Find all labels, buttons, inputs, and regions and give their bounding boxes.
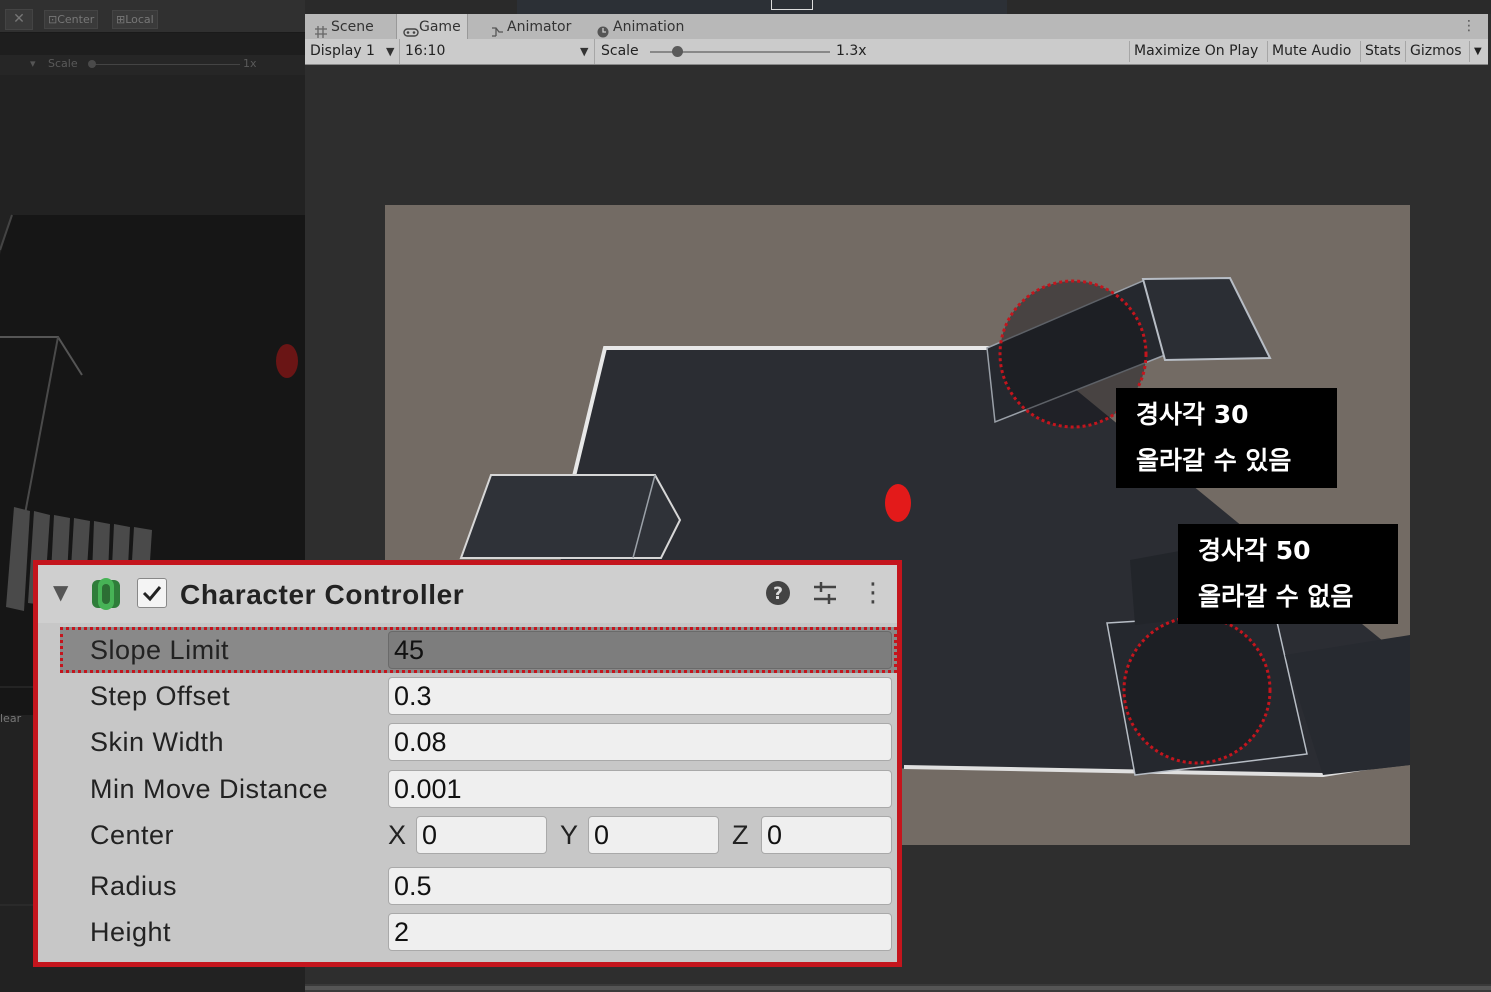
scene-scale-row: ▾ Scale 1x [0, 55, 305, 75]
scene-scale-slider[interactable] [90, 64, 240, 65]
callout-slope-50-line2: 올라갈 수 없음 [1198, 582, 1354, 611]
tab-menu-kebab-icon[interactable]: ⋮ [1462, 16, 1476, 36]
component-title: Character Controller [180, 579, 465, 610]
radius-field[interactable]: 0.5 [388, 867, 892, 905]
game-scale-value: 1.3x [836, 43, 867, 59]
pivot-center-button[interactable]: ⊡Center [44, 10, 99, 29]
view-tab-bar: Scene Game Animator Animation ⋮ [305, 14, 1488, 40]
step-offset-label: Step Offset [90, 681, 231, 711]
local-label: Local [125, 13, 154, 26]
maximize-on-play-button[interactable]: Maximize On Play [1129, 41, 1262, 62]
center-y-field[interactable]: 0 [588, 816, 719, 854]
gizmos-dropdown-icon[interactable]: ▼ [1469, 41, 1486, 62]
center-label: Center [57, 13, 95, 26]
callout-slope-30-line1: 경사각 30 [1136, 400, 1249, 429]
callout-slope-30: 경사각 30 올라갈 수 있음 [1116, 388, 1337, 488]
step-offset-field[interactable]: 0.3 [388, 677, 892, 715]
callout-slope-50: 경사각 50 올라갈 수 없음 [1178, 524, 1398, 624]
animator-icon [491, 21, 503, 37]
center-y-axis-label: Y [560, 820, 579, 850]
center-icon: ⊡ [48, 13, 58, 26]
game-toolbar: Display 1 ▼ 16:10 ▼ Scale 1.3x Maximize … [305, 39, 1488, 65]
min-move-distance-field[interactable]: 0.001 [388, 770, 892, 808]
play-button-frame[interactable] [771, 0, 813, 10]
gizmos-button[interactable]: Gizmos [1405, 41, 1466, 62]
tab-animation-label: Animation [613, 19, 685, 35]
checkmark-icon [142, 586, 162, 602]
center-x-field[interactable]: 0 [416, 816, 547, 854]
scene-scale-handle[interactable] [88, 60, 96, 68]
tab-scene[interactable]: Scene [309, 14, 380, 39]
bottom-scrollbar[interactable] [305, 984, 1491, 992]
mute-audio-button[interactable]: Mute Audio [1267, 41, 1355, 62]
component-menu-kebab-icon[interactable]: ⋮ [860, 575, 886, 611]
tab-animation[interactable]: Animation [591, 14, 690, 39]
stats-button[interactable]: Stats [1360, 41, 1405, 62]
display-value: Display 1 [310, 43, 375, 59]
help-icon[interactable]: ? [765, 580, 791, 610]
character-controller-icon [90, 576, 122, 616]
gamepad-icon [403, 21, 419, 37]
center-x-axis-label: X [388, 820, 407, 850]
slope-limit-label: Slope Limit [90, 635, 230, 665]
animation-clock-icon [597, 21, 609, 38]
height-field[interactable]: 2 [388, 913, 892, 951]
radius-label: Radius [90, 871, 178, 901]
skin-width-field[interactable]: 0.08 [388, 723, 892, 761]
character-controller-inspector: ▼ Character Controller ? ⋮ Slope Limit 4… [33, 560, 902, 967]
tab-game[interactable]: Game [396, 14, 468, 39]
aspect-dropdown[interactable]: 16:10 ▼ [399, 39, 595, 64]
chevron-down-icon: ▼ [580, 45, 589, 58]
game-scale-label: Scale [594, 39, 639, 64]
aspect-value: 16:10 [405, 43, 446, 59]
tab-animator[interactable]: Animator [485, 14, 577, 39]
tab-game-label: Game [419, 19, 461, 35]
scene-partial-label: lear [0, 712, 22, 725]
foldout-triangle-icon[interactable]: ▼ [53, 580, 68, 604]
display-dropdown[interactable]: Display 1 ▼ [310, 39, 396, 64]
space-local-button[interactable]: ⊞Local [112, 10, 158, 29]
grid-icon [315, 21, 327, 38]
center-z-field[interactable]: 0 [761, 816, 892, 854]
game-scale-handle[interactable] [672, 46, 683, 57]
component-enabled-checkbox[interactable] [137, 578, 167, 608]
player-capsule [885, 484, 911, 522]
skin-width-label: Skin Width [90, 727, 225, 757]
component-header: ▼ Character Controller ? ⋮ [38, 565, 897, 623]
height-label: Height [90, 917, 172, 947]
callout-slope-50-line1: 경사각 50 [1198, 536, 1311, 565]
scene-scale-value: 1x [243, 57, 257, 70]
tab-scene-label: Scene [331, 19, 374, 35]
svg-text:?: ? [773, 584, 783, 604]
scene-toolbar: ✕ ⊡Center ⊞Local [0, 0, 305, 33]
chevron-down-icon: ▼ [386, 45, 395, 58]
tab-animator-label: Animator [507, 19, 572, 35]
chevron-down-icon: ▾ [30, 57, 36, 70]
slope-limit-field[interactable]: 45 [388, 631, 892, 669]
center-label: Center [90, 820, 175, 850]
slope-50-highlight-circle [1122, 615, 1272, 765]
scene-scale-label: Scale [48, 57, 78, 70]
move-tool-icon[interactable]: ✕ [5, 9, 33, 30]
callout-slope-30-line2: 올라갈 수 있음 [1136, 446, 1292, 475]
min-move-distance-label: Min Move Distance [90, 774, 329, 804]
center-z-axis-label: Z [732, 820, 749, 850]
presets-sliders-icon[interactable] [812, 579, 838, 611]
bottom-scrollbar-thumb[interactable] [305, 986, 1491, 990]
local-icon: ⊞ [116, 13, 126, 26]
